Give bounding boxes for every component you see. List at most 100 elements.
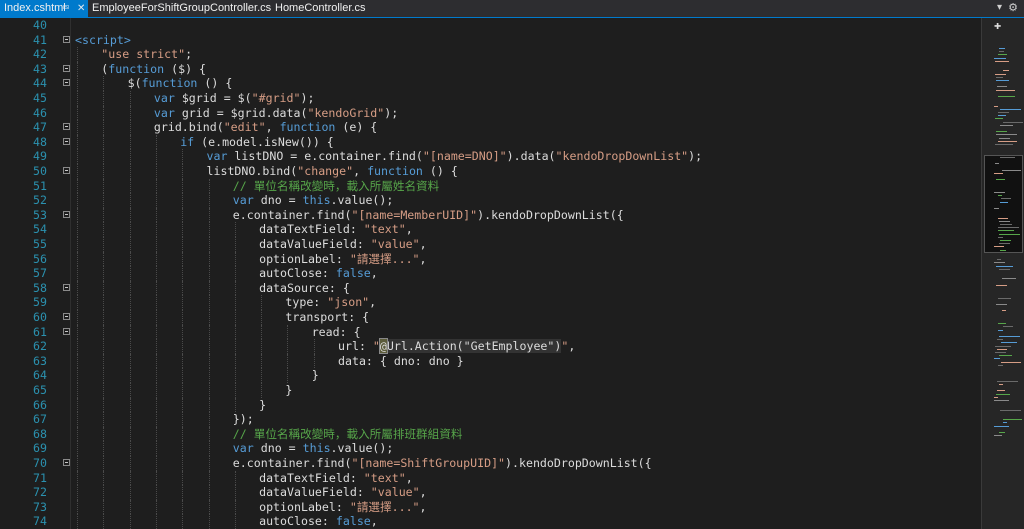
code-line[interactable]: 59 type: "json",	[0, 295, 980, 310]
code-token: ,	[419, 237, 427, 251]
gear-icon[interactable]: ⚙	[1008, 1, 1018, 14]
code-token: ).kendoDropDownList({	[477, 207, 624, 222]
code-line[interactable]: 70 e.container.find("[name=ShiftGroupUID]…	[0, 456, 980, 471]
indent-guide	[129, 164, 131, 179]
code-text: autoClose: false,	[259, 266, 378, 281]
indent-guide	[129, 149, 131, 164]
code-text: optionLabel: "請選擇...",	[259, 252, 426, 267]
indent-guide	[129, 193, 131, 208]
code-line[interactable]: 58 dataSource: {	[0, 280, 980, 296]
code-line[interactable]: 50 listDNO.bind("change", function () {	[0, 164, 980, 179]
collapse-icon[interactable]	[63, 123, 70, 131]
collapse-icon[interactable]	[63, 210, 70, 218]
code-text: var dno = this.value();	[233, 193, 394, 208]
indent-guide	[208, 295, 210, 310]
indent-guide	[234, 310, 236, 325]
code-line[interactable]: 64}	[0, 368, 980, 383]
code-line[interactable]: 67});	[0, 412, 980, 427]
collapse-icon[interactable]	[63, 167, 70, 174]
code-line[interactable]: 48 if (e.model.isNew()) {	[0, 134, 980, 150]
code-line[interactable]: 54 dataTextField: "text",	[0, 222, 980, 237]
code-text: read: {	[312, 325, 361, 340]
code-line[interactable]: 55 dataValueField: "value",	[0, 237, 980, 252]
code-line[interactable]: 63 data: { dno: dno }	[0, 353, 980, 369]
split-view-icon[interactable]: ✚	[994, 18, 1001, 32]
indent-guide	[77, 485, 78, 500]
pin-icon[interactable]: ⮹	[62, 0, 70, 17]
code-line[interactable]: 65}	[0, 383, 980, 398]
code-text: dataTextField: "text",	[259, 222, 413, 237]
code-line[interactable]: 44 $(function () {	[0, 76, 980, 91]
indent-guide	[103, 222, 105, 237]
code-line[interactable]: 68 // 單位名稱改變時，載入所屬排班群組資料	[0, 426, 980, 442]
indent-guide	[182, 368, 184, 383]
indent-guide	[182, 295, 184, 310]
line-number: 49	[33, 149, 47, 164]
indent-guide	[155, 207, 157, 223]
minimap[interactable]: ✚	[981, 18, 1024, 529]
indent-guide	[155, 324, 157, 340]
code-editor[interactable]: 40 41 <script> 42 "use strict"; 43 (function (…	[0, 18, 980, 529]
code-text: (function ($) {	[101, 62, 206, 77]
collapse-icon[interactable]	[63, 283, 70, 291]
collapse-icon[interactable]	[63, 64, 70, 72]
minimap-line	[998, 323, 1006, 325]
code-line[interactable]: 46 var grid = $grid.data("kendoGrid");	[0, 105, 980, 121]
code-line[interactable]: 42 "use strict";	[0, 47, 980, 62]
indent-guide	[182, 397, 184, 413]
code-token: e.container.find(	[232, 456, 352, 470]
code-line[interactable]: 49 var listDNO = e.container.find("[name=…	[0, 149, 980, 164]
tab-employee-controller[interactable]: EmployeeForShiftGroupController.cs	[92, 0, 271, 17]
code-token: "[name=ShiftGroupUID]"	[351, 456, 506, 470]
collapse-icon[interactable]	[63, 327, 70, 335]
code-line[interactable]: 72 dataValueField: "value",	[0, 485, 980, 500]
indent-guide	[208, 178, 210, 194]
tab-home-controller[interactable]: HomeController.cs	[275, 0, 365, 17]
code-token: data: { dno: dno }	[338, 353, 464, 368]
indent-guide	[208, 193, 210, 208]
code-line[interactable]: 51 // 單位名稱改變時，載入所屬姓名資料	[0, 178, 980, 194]
code-line[interactable]: 56 optionLabel: "請選擇...",	[0, 251, 980, 267]
indent-guide	[182, 310, 184, 325]
code-line[interactable]: 47 grid.bind("edit", function (e) {	[0, 120, 980, 135]
collapse-icon[interactable]	[63, 79, 70, 87]
code-line[interactable]: 60 transport: {	[0, 310, 980, 325]
collapse-icon[interactable]	[63, 35, 70, 43]
code-line[interactable]: 61 read: {	[0, 324, 980, 340]
code-token: ,	[265, 120, 280, 135]
code-token: "GetEmployee"	[463, 339, 555, 354]
code-line[interactable]: 74 autoClose: false,	[0, 514, 980, 529]
code-text: type: "json",	[285, 295, 376, 310]
code-token: ).kendoDropDownList({	[505, 456, 652, 470]
code-line[interactable]: 66}	[0, 397, 980, 413]
indent-guide	[103, 251, 105, 267]
code-text: // 單位名稱改變時，載入所屬排班群組資料	[233, 427, 463, 442]
indent-guide	[313, 353, 315, 369]
code-line[interactable]: 71 dataTextField: "text",	[0, 470, 980, 486]
indent-guide	[77, 426, 78, 442]
code-token: () {	[197, 76, 233, 91]
code-token: ,	[419, 485, 427, 500]
chevron-down-icon[interactable]: ▾	[997, 2, 1002, 13]
code-line[interactable]: 45 var $grid = $("#grid");	[0, 91, 980, 106]
code-line[interactable]: 57 autoClose: false,	[0, 266, 980, 281]
indent-guide	[208, 251, 210, 267]
code-line[interactable]: 53 e.container.find("[name=MemberUID]").k…	[0, 207, 980, 223]
code-line[interactable]: 40	[0, 18, 980, 33]
indent-guide	[129, 383, 131, 398]
code-line[interactable]: 62 url: "@Url.Action("GetEmployee")",	[0, 338, 980, 355]
collapse-icon[interactable]	[63, 137, 70, 145]
indent-guide	[103, 120, 105, 135]
code-line[interactable]: 69 var dno = this.value();	[0, 441, 980, 456]
collapse-icon[interactable]	[63, 313, 70, 320]
code-line[interactable]: 41 <script>	[0, 33, 980, 48]
tab-index-cshtml[interactable]: Index.cshtml ⮹ ✕	[0, 0, 88, 17]
indent-guide	[77, 339, 78, 354]
indent-guide	[234, 470, 236, 486]
collapse-icon[interactable]	[63, 459, 70, 466]
code-line[interactable]: 73 optionLabel: "請選擇...",	[0, 499, 980, 515]
indent-guide	[155, 251, 157, 267]
close-icon[interactable]: ✕	[77, 0, 85, 17]
code-line[interactable]: 43 (function ($) {	[0, 61, 980, 77]
code-line[interactable]: 52 var dno = this.value();	[0, 193, 980, 208]
